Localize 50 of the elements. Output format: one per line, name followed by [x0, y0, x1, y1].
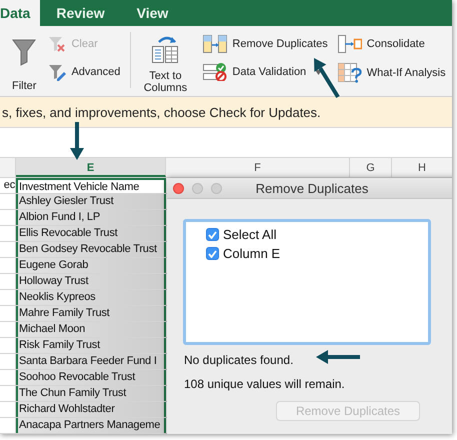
checkbox-label: Column E — [223, 246, 280, 261]
table-cell: Anacapa Partners Manageme — [19, 419, 160, 431]
annotation-arrow — [316, 350, 360, 364]
consolidate-icon — [338, 35, 362, 53]
dialog-title: Remove Duplicates — [256, 180, 368, 196]
table-cell: Neoklis Kypreos — [19, 291, 96, 303]
column-header[interactable]: F — [166, 158, 350, 177]
table-cell: Ashley Giesler Trust — [19, 195, 114, 207]
table-cell: Ben Godsey Revocable Trust — [19, 243, 157, 255]
table-cell: Santa Barbara Feeder Fund I — [19, 355, 157, 367]
validation-icon — [203, 63, 228, 81]
column-header[interactable]: H — [392, 158, 452, 177]
table-cell: Risk Family Trust — [19, 339, 100, 351]
table-cell: Soohoo Revocable Trust — [19, 371, 136, 383]
table-cell: Michael Moon — [19, 323, 86, 335]
status-message: 108 unique values will remain. — [183, 377, 345, 391]
ribbon-button[interactable]: Text to Columns — [135, 32, 196, 96]
annotation-arrow — [314, 58, 340, 98]
checkbox[interactable] — [206, 228, 219, 241]
close-button[interactable] — [173, 182, 184, 194]
ribbon-tab[interactable]: Review — [40, 0, 121, 26]
table-cell: Albion Fund I, LP — [19, 211, 100, 223]
ribbon-button[interactable]: Consolidate — [336, 35, 448, 53]
update-message: s, fixes, and improvements, choose Check for Updates. — [2, 105, 321, 120]
ribbon-button[interactable]: What-If Analysis — [336, 63, 448, 83]
ribbon-tab[interactable]: Data — [0, 0, 40, 26]
checkbox-label: Select All — [223, 227, 276, 242]
table-question-icon — [338, 63, 362, 83]
status-message: No duplicates found. — [183, 353, 294, 367]
column-header[interactable]: E — [16, 158, 166, 177]
columns-icon — [203, 35, 228, 53]
table-cell: Mahre Family Trust — [19, 307, 110, 319]
table-cell: The Chun Family Trust — [19, 387, 126, 399]
column-header[interactable]: G — [350, 158, 392, 177]
checkbox[interactable] — [206, 247, 219, 260]
table-cell: Ellis Revocable Trust — [19, 227, 118, 239]
funnel-pencil-icon — [48, 63, 66, 81]
ribbon-button[interactable]: Filter — [8, 32, 40, 94]
table-cell: Holloway Trust — [19, 275, 88, 287]
text-to-columns-icon — [151, 34, 180, 64]
ribbon-tab[interactable]: View — [120, 0, 184, 26]
funnel-cross-icon — [48, 35, 66, 53]
annotation-arrow — [70, 122, 84, 160]
table-cell: Eugene Gorab — [19, 259, 88, 271]
funnel-icon — [12, 38, 36, 66]
ribbon-button[interactable]: Advanced — [46, 63, 122, 81]
table-cell: Investment Vehicle Name — [19, 181, 140, 193]
table-cell: Richard Wohlstadter — [19, 403, 115, 415]
ribbon-button[interactable]: Remove Duplicates — [201, 35, 330, 53]
table-cell: ec — [4, 179, 15, 191]
